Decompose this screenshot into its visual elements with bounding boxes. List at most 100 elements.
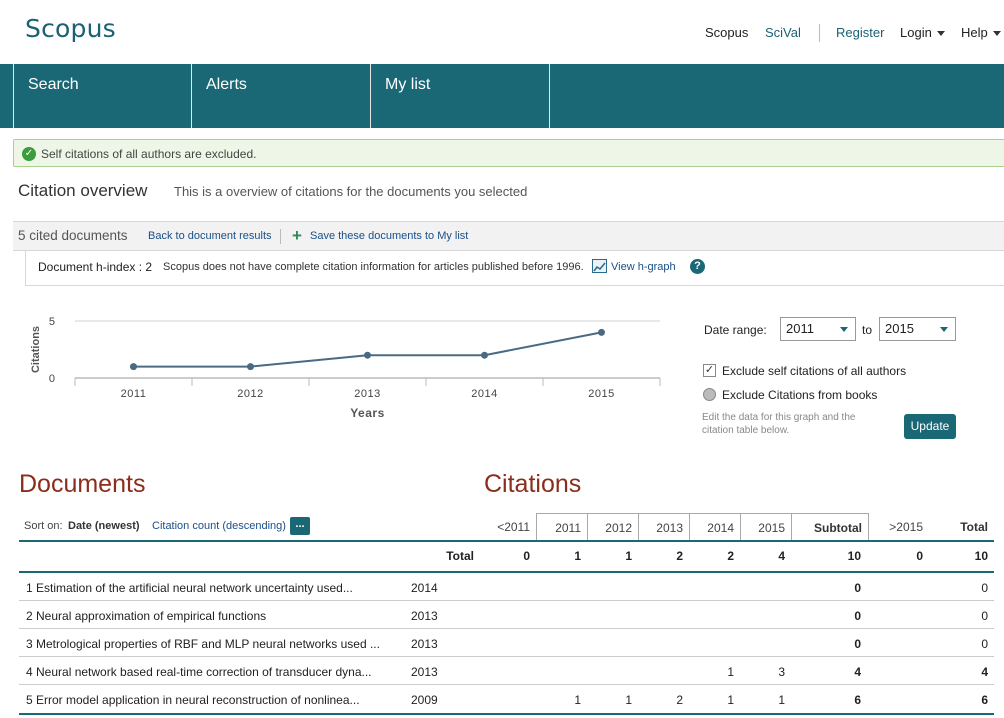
chart-y-tick-label: 0 [49, 373, 55, 385]
chevron-down-icon [840, 327, 848, 332]
col-header-total: Total [960, 520, 988, 534]
scopus-link[interactable]: Scopus [705, 25, 748, 43]
total-rule [19, 571, 994, 573]
chevron-down-icon [940, 327, 948, 332]
h-index-bar: Document h-index : 2 Scopus does not hav… [25, 251, 1004, 286]
date-range-label: Date range: [704, 323, 767, 337]
document-title[interactable]: 2 Neural approximation of empirical func… [26, 609, 266, 623]
chart-y-axis-label: Citations [30, 326, 42, 373]
results-toolbar: 5 cited documents Back to document resul… [13, 221, 1004, 251]
total-cell: 0 [916, 549, 923, 563]
tab-search[interactable]: Search [13, 64, 192, 128]
h-index-note: Scopus does not have complete citation i… [163, 261, 584, 273]
document-year: 2009 [411, 693, 438, 707]
chart-x-tick-label: 2015 [588, 388, 614, 400]
total-cell: 2 [727, 549, 734, 563]
row-divider [19, 628, 994, 629]
back-to-results-link[interactable]: Back to document results [148, 230, 272, 242]
exclude-self-checkbox[interactable]: ✓ [703, 364, 716, 377]
exclude-books-label: Exclude Citations from books [722, 388, 878, 402]
chart-x-tick-label: 2013 [354, 388, 380, 400]
document-year: 2013 [411, 609, 438, 623]
date-to-value: 2015 [885, 321, 914, 336]
alert-text: Self citations of all authors are exclud… [41, 147, 257, 161]
row-divider [19, 600, 994, 601]
sort-date-option[interactable]: Date (newest) [68, 520, 140, 532]
col-header-before: <2011 [497, 520, 530, 534]
document-year: 2013 [411, 637, 438, 651]
login-label: Login [900, 25, 932, 40]
col-header-2011: 2011 [536, 513, 587, 541]
citation-cell: 4 [981, 665, 988, 679]
table-top-rule [19, 540, 994, 542]
header-divider [819, 24, 820, 42]
page-subtitle: This is a overview of citations for the … [174, 184, 528, 199]
chevron-down-icon [936, 31, 945, 37]
document-year: 2013 [411, 665, 438, 679]
date-from-value: 2011 [786, 321, 814, 336]
chevron-down-icon [992, 31, 1001, 37]
help-label: Help [961, 25, 988, 40]
col-header-after: >2015 [889, 520, 923, 534]
citation-cell: 6 [981, 693, 988, 707]
citation-cell: 1 [778, 693, 785, 707]
success-alert: ✓ Self citations of all authors are excl… [13, 139, 1004, 167]
citation-cell: 3 [778, 665, 785, 679]
document-year: 2014 [411, 581, 438, 595]
citations-heading: Citations [484, 470, 582, 498]
date-from-select[interactable]: 2011 [780, 317, 856, 341]
more-options-button[interactable]: ... [290, 517, 310, 535]
citation-cell: 0 [854, 637, 861, 651]
save-to-list-link[interactable]: Save these documents to My list [310, 230, 468, 242]
date-to-select[interactable]: 2015 [879, 317, 956, 341]
scival-link[interactable]: SciVal [765, 25, 801, 43]
cited-count: 5 cited documents [18, 228, 128, 243]
citation-cell: 1 [574, 693, 581, 707]
view-h-graph-link[interactable]: View h-graph [611, 261, 676, 273]
chart-x-tick-label: 2011 [121, 388, 147, 400]
exclude-self-label: Exclude self citations of all authors [722, 364, 907, 378]
documents-heading: Documents [19, 470, 146, 498]
login-menu[interactable]: Login [900, 25, 945, 43]
tab-alerts[interactable]: Alerts [192, 64, 371, 128]
graph-icon[interactable] [592, 259, 607, 273]
register-link[interactable]: Register [836, 25, 884, 43]
total-cell: 0 [523, 549, 530, 563]
update-button[interactable]: Update [904, 414, 956, 439]
h-index-label: Document h-index : 2 [38, 260, 153, 274]
document-title[interactable]: 4 Neural network based real-time correct… [26, 665, 372, 679]
total-cell: 10 [847, 549, 861, 563]
plus-icon[interactable]: + [292, 227, 302, 244]
chart-point [247, 363, 254, 371]
scopus-logo[interactable]: Scopus [25, 14, 116, 43]
col-header-2015: 2015 [740, 513, 791, 541]
col-header-2012: 2012 [587, 513, 638, 541]
chart-x-axis-label: Years [350, 406, 385, 420]
exclude-books-checkbox[interactable] [703, 388, 716, 401]
chart-x-tick-label: 2014 [471, 388, 497, 400]
site-header: Scopus Scopus SciVal Register Login Help [0, 0, 1004, 64]
tab-my-list[interactable]: My list [371, 64, 550, 128]
date-range-note: Edit the data for this graph and the cit… [702, 412, 856, 436]
chart-point [364, 351, 371, 359]
citation-cell: 0 [981, 637, 988, 651]
chart-y-tick-label: 5 [49, 316, 55, 328]
citation-cell: 0 [981, 581, 988, 595]
document-title[interactable]: 5 Error model application in neural reco… [26, 693, 360, 707]
row-divider [19, 684, 994, 685]
sort-citation-option[interactable]: Citation count (descending) [152, 520, 286, 532]
document-title[interactable]: 1 Estimation of the artificial neural ne… [26, 581, 353, 595]
sort-on-label: Sort on: [24, 520, 63, 532]
chart-point [130, 363, 137, 371]
total-cell: 1 [574, 549, 581, 563]
col-header-2013: 2013 [638, 513, 689, 541]
page-title: Citation overview [18, 181, 148, 200]
document-title[interactable]: 3 Metrological properties of RBF and MLP… [26, 637, 380, 651]
to-label: to [862, 323, 873, 337]
citation-cell: 6 [854, 693, 861, 707]
help-menu[interactable]: Help [961, 25, 1001, 43]
col-header-subtotal: Subtotal [791, 513, 869, 541]
col-header-2014: 2014 [689, 513, 740, 541]
total-cell: 10 [974, 549, 988, 563]
help-icon[interactable]: ? [690, 259, 705, 274]
